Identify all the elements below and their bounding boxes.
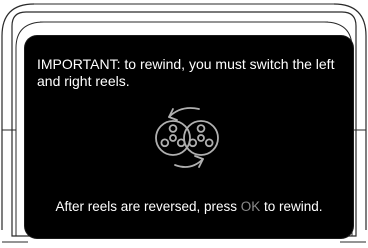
instruction-footer: After reels are reversed, press OK to re…: [25, 198, 353, 215]
swap-reels-icon: [155, 107, 219, 168]
device-display: IMPORTANT: to rewind, you must switch th…: [0, 0, 368, 248]
footer-text-after: to rewind.: [260, 199, 323, 214]
ok-key-label: OK: [240, 199, 261, 214]
message-screen: IMPORTANT: to rewind, you must switch th…: [25, 36, 353, 238]
footer-text-before: After reels are reversed, press: [55, 199, 241, 214]
warning-message: IMPORTANT: to rewind, you must switch th…: [37, 56, 335, 89]
